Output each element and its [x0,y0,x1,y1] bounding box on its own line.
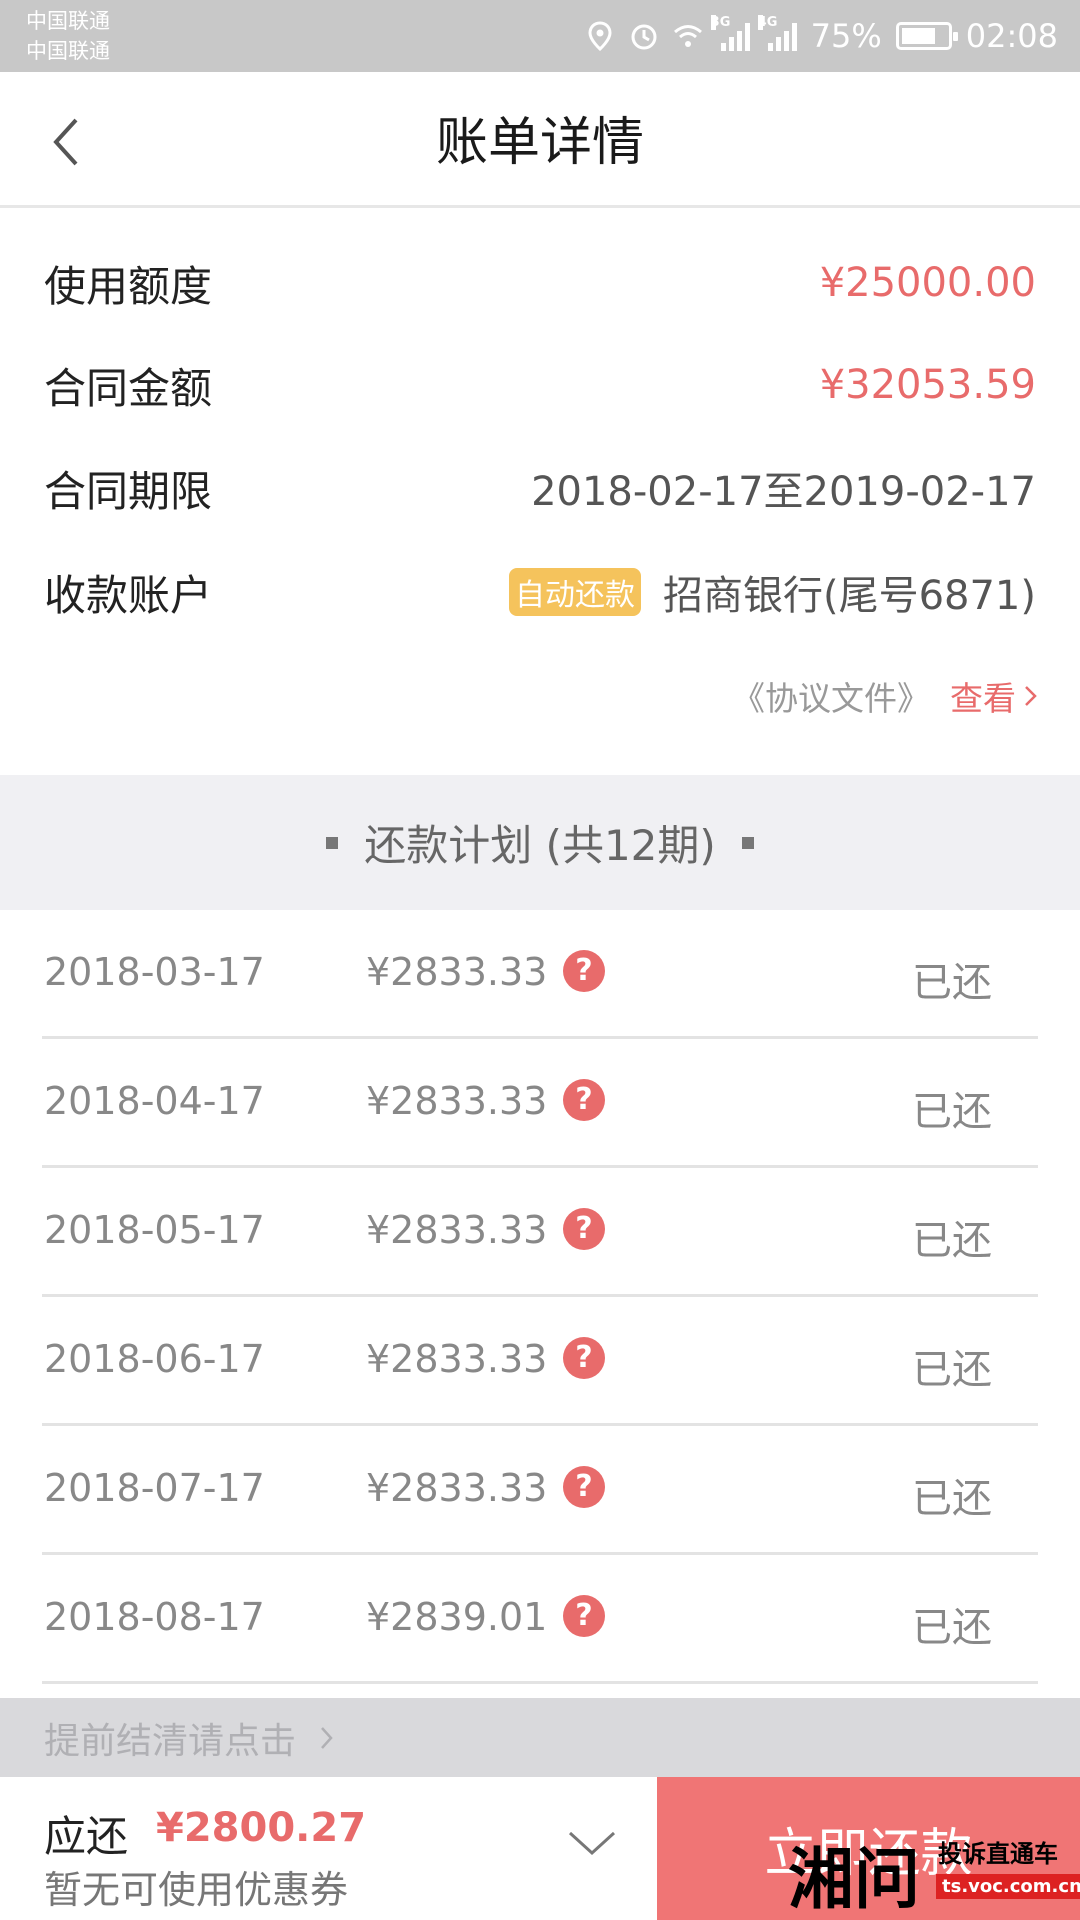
plan-row: 2018-07-17 ¥2833.33 ? 已还 [0,1426,1080,1555]
network-3g-label: 3G [710,15,731,30]
watermark-logo: 湘问 投诉直通车 ts.voc.com.cn [788,1826,1080,1918]
plan-row: 2018-06-17 ¥2833.33 ? 已还 [0,1297,1080,1426]
contract-amount-row: 合同金额 ¥32053.59 [44,355,1036,415]
plan-amount: ¥2833.33 [366,1337,548,1381]
account-label: 收款账户 [44,570,213,620]
plan-amount: ¥2833.33 [366,1208,548,1252]
repayment-plan-title: 还款计划 (共12期) [364,821,716,870]
plan-status: 已还 [912,1476,992,1522]
contract-term-label: 合同期限 [44,466,213,516]
status-bar: 中国联通 中国联通 3G 4G 75% 02:08 [0,0,1080,72]
amount-due-label: 应还 [44,1812,129,1861]
account-value-group: 自动还款 招商银行(尾号6871) [508,563,1036,621]
agreement-link-row[interactable]: 《协议文件》 查看 [732,672,1040,720]
plan-status: 已还 [912,1347,992,1393]
help-icon[interactable]: ? [563,950,605,992]
plan-status: 已还 [912,1089,992,1135]
plan-date: 2018-04-17 [44,1079,265,1123]
carrier-names: 中国联通 中国联通 [26,6,110,66]
coupon-status: 暂无可使用优惠券 [44,1868,349,1912]
plan-status: 已还 [912,960,992,1006]
signal-3g-icon: 3G [710,15,750,51]
network-4g-label: 4G [757,15,778,30]
contract-term-row: 合同期限 2018-02-17至2019-02-17 [44,458,1036,518]
chevron-right-icon [1025,686,1037,706]
plan-amount: ¥2833.33 [366,1079,548,1123]
agreement-label: 《协议文件》 [732,679,930,718]
plan-amount: ¥2839.01 [366,1595,548,1639]
agreement-view-link[interactable]: 查看 [950,672,1016,720]
plan-date: 2018-03-17 [44,950,265,994]
contract-amount-label: 合同金额 [44,363,213,413]
repayment-plan-header: 还款计划 (共12期) [0,775,1080,910]
decor-dot-left [326,836,339,849]
chevron-down-icon[interactable] [566,1817,618,1869]
decor-dot-right [741,836,754,849]
wifi-icon [673,25,702,47]
clock: 02:08 [965,17,1058,55]
plan-date: 2018-05-17 [44,1208,265,1252]
amount-due-value: ¥2800.27 [156,1805,367,1851]
page-title: 账单详情 [435,113,644,173]
help-icon[interactable]: ? [563,1466,605,1508]
plan-status: 已还 [912,1605,992,1651]
alarm-icon [631,24,657,50]
account-value: 招商银行(尾号6871) [662,573,1036,619]
help-icon[interactable]: ? [563,1208,605,1250]
signal-4g-icon: 4G [757,15,797,51]
status-icons: 3G 4G 75% 02:08 [585,0,1058,72]
auto-repay-badge: 自动还款 [508,568,641,616]
plan-date: 2018-06-17 [44,1337,265,1381]
account-row: 收款账户 自动还款 招商银行(尾号6871) [44,562,1036,622]
help-icon[interactable]: ? [563,1337,605,1379]
watermark-text: 投诉直通车 [938,1840,1058,1868]
battery-percent: 75% [810,17,882,55]
chevron-right-icon [321,1726,333,1749]
plan-date: 2018-08-17 [44,1595,265,1639]
battery-fill [901,28,935,44]
repayment-plan-list: 2018-03-17 ¥2833.33 ? 已还 2018-04-17 ¥283… [0,910,1080,1684]
plan-row: 2018-05-17 ¥2833.33 ? 已还 [0,1168,1080,1297]
carrier-1: 中国联通 [26,9,110,33]
contract-amount-value: ¥32053.59 [819,362,1036,408]
plan-amount: ¥2833.33 [366,1466,548,1510]
watermark-logo-mark: 湘问 [788,1840,920,1918]
watermark-url: ts.voc.com.cn [936,1874,1080,1899]
credit-row: 使用额度 ¥25000.00 [44,253,1036,313]
plan-amount: ¥2833.33 [366,950,548,994]
help-icon[interactable]: ? [563,1079,605,1121]
plan-row: 2018-04-17 ¥2833.33 ? 已还 [0,1039,1080,1168]
plan-status: 已还 [912,1218,992,1264]
credit-label: 使用额度 [44,261,213,311]
early-settlement-label: 提前结清请点击 [44,1720,297,1762]
battery-icon [895,22,958,50]
credit-value: ¥25000.00 [819,260,1036,306]
app-header: 账单详情 [0,72,1080,208]
location-icon [588,21,612,51]
carrier-2: 中国联通 [26,39,110,63]
help-icon[interactable]: ? [563,1595,605,1637]
plan-row: 2018-08-17 ¥2839.01 ? 已还 [0,1555,1080,1684]
plan-row: 2018-03-17 ¥2833.33 ? 已还 [0,910,1080,1039]
plan-date: 2018-07-17 [44,1466,265,1510]
contract-term-value: 2018-02-17至2019-02-17 [531,469,1036,515]
early-settlement-bar[interactable]: 提前结清请点击 [0,1698,1080,1777]
